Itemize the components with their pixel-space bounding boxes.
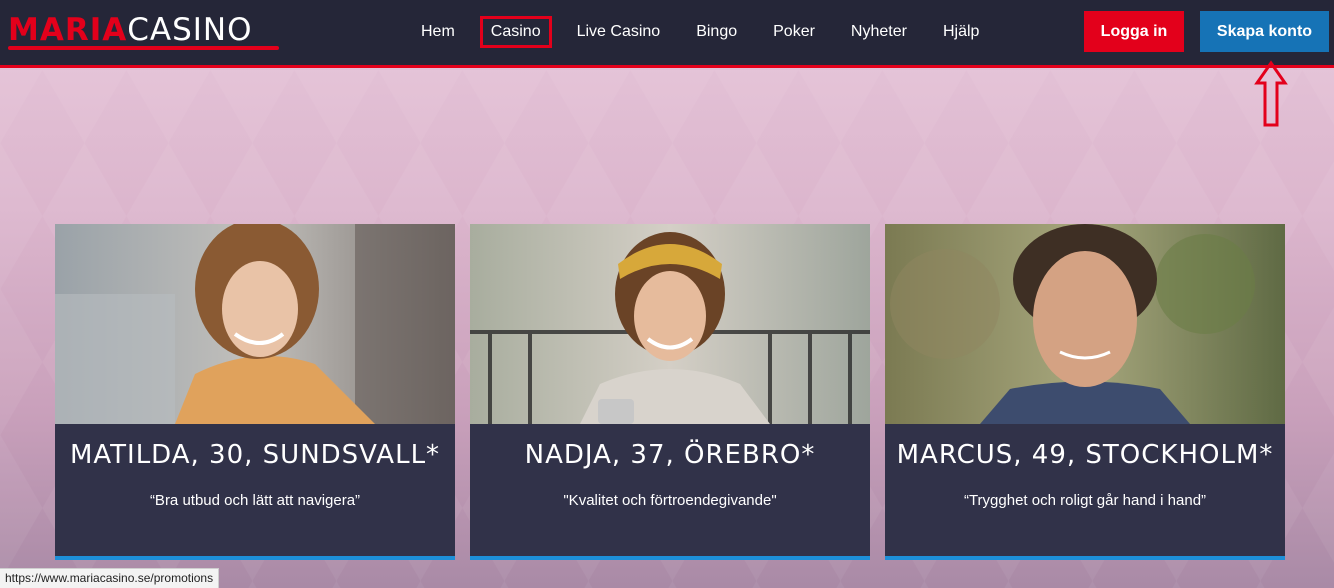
- card-name: MATILDA, 30, SUNDSVALL*: [69, 440, 441, 470]
- signup-button[interactable]: Skapa konto: [1200, 11, 1329, 52]
- login-button[interactable]: Logga in: [1084, 11, 1184, 52]
- main-nav: Hem Casino Live Casino Bingo Poker Nyhet…: [410, 16, 1004, 48]
- up-arrow-annotation-icon: [1254, 60, 1288, 127]
- top-navigation-bar: MARIA CASINO Hem Casino Live Casino Bingo…: [0, 0, 1334, 68]
- nav-live-casino[interactable]: Live Casino: [566, 16, 672, 48]
- nav-casino[interactable]: Casino: [479, 16, 552, 48]
- testimonial-card-nadja[interactable]: NADJA, 37, ÖREBRO* "Kvalitet och förtroe…: [470, 224, 870, 560]
- card-quote: “Trygghet och roligt går hand i hand”: [963, 492, 1207, 509]
- nav-poker[interactable]: Poker: [762, 16, 826, 48]
- testimonial-card-marcus[interactable]: MARCUS, 49, STOCKHOLM* “Trygghet och rol…: [885, 224, 1285, 560]
- logo-maria-text: MARIA: [8, 12, 128, 48]
- photo-nadja: [470, 224, 870, 424]
- testimonial-card-matilda[interactable]: MATILDA, 30, SUNDSVALL* “Bra utbud och l…: [55, 224, 455, 560]
- logo-casino-text: CASINO: [127, 12, 253, 48]
- card-quote: “Bra utbud och lätt att navigera”: [149, 492, 361, 509]
- nav-hem[interactable]: Hem: [410, 16, 466, 48]
- status-bar-url: https://www.mariacasino.se/promotions: [0, 568, 220, 588]
- nav-nyheter[interactable]: Nyheter: [840, 16, 918, 48]
- logo-underline: [8, 46, 279, 50]
- photo-matilda: [55, 224, 455, 424]
- card-name: NADJA, 37, ÖREBRO*: [524, 440, 816, 470]
- card-quote: "Kvalitet och förtroendegivande": [563, 492, 777, 509]
- photo-marcus: [885, 224, 1285, 424]
- nav-hjalp[interactable]: Hjälp: [932, 16, 990, 48]
- nav-bingo[interactable]: Bingo: [685, 16, 748, 48]
- card-name: MARCUS, 49, STOCKHOLM*: [896, 440, 1274, 470]
